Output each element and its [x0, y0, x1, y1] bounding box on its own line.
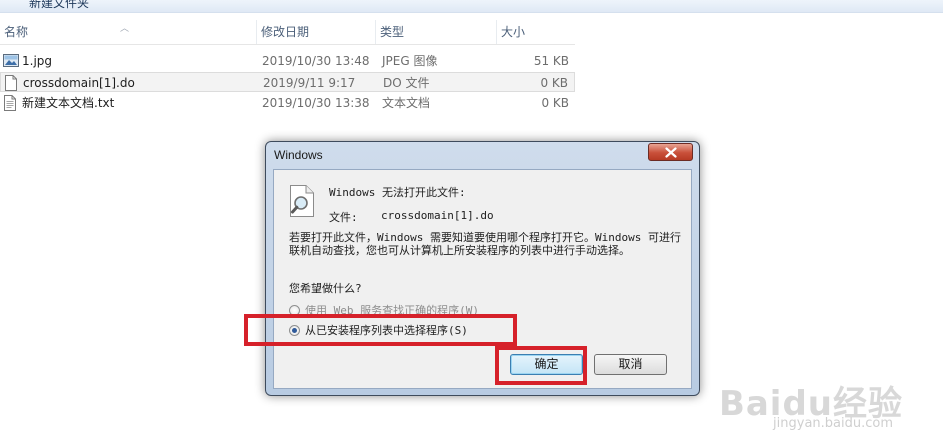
highlight-box-ok [495, 346, 587, 385]
column-header: 名称 ︿ 修改日期 类型 大小 [0, 20, 575, 45]
file-size: 0 KB [540, 76, 568, 90]
file-name: crossdomain[1].do [23, 76, 135, 90]
file-row[interactable]: 1.jpg 2019/10/30 13:48 JPEG 图像 51 KB [0, 51, 575, 71]
dialog-message: Windows 无法打开此文件: [329, 186, 466, 199]
file-size: 0 KB [541, 96, 569, 110]
highlight-box-option [244, 314, 517, 346]
file-name-value: crossdomain[1].do [381, 209, 494, 222]
explorer-toolbar: 新建文件夹 [0, 0, 943, 13]
watermark-url: jingyan.baidu.com [773, 416, 893, 431]
image-file-icon [3, 53, 19, 74]
file-type: JPEG 图像 [382, 54, 438, 68]
column-name[interactable]: 名称 ︿ [0, 20, 257, 44]
close-button[interactable] [648, 143, 693, 161]
file-row[interactable]: 新建文本文档.txt 2019/10/30 13:38 文本文档 0 KB [0, 93, 575, 113]
dialog-explanation: 若要打开此文件，Windows 需要知道要使用哪个程序打开它。Windows 可… [289, 231, 681, 257]
file-size: 51 KB [533, 54, 569, 68]
column-type[interactable]: 类型 [376, 20, 497, 44]
file-type: 文本文档 [382, 96, 431, 110]
column-date[interactable]: 修改日期 [257, 20, 376, 44]
text-file-icon [3, 95, 17, 117]
file-type: DO 文件 [383, 76, 430, 90]
file-date: 2019/10/30 13:38 [262, 96, 370, 110]
dialog-title: Windows [274, 148, 323, 162]
file-date: 2019/10/30 13:48 [262, 54, 370, 68]
close-icon [664, 147, 677, 158]
file-date: 2019/9/11 9:17 [263, 76, 356, 90]
new-folder-button[interactable]: 新建文件夹 [29, 0, 89, 11]
file-name: 1.jpg [22, 54, 53, 68]
file-name: 新建文本文档.txt [22, 96, 115, 110]
column-size[interactable]: 大小 [497, 20, 575, 44]
baidu-watermark: Baidu经验 jingyan.baidu.com [719, 376, 903, 431]
cancel-button[interactable]: 取消 [594, 354, 667, 375]
file-search-icon [289, 185, 315, 220]
file-label: 文件: [329, 211, 358, 224]
dialog-body: Windows 无法打开此文件: 文件: crossdomain[1].do 若… [273, 169, 692, 389]
open-with-dialog: Windows Windows 无法打开此文件: 文件: crossdomain… [265, 141, 700, 396]
file-row-selected[interactable]: crossdomain[1].do 2019/9/11 9:17 DO 文件 0… [0, 72, 575, 92]
question-label: 您希望做什么? [289, 282, 362, 295]
sort-asc-icon: ︿ [120, 24, 130, 34]
